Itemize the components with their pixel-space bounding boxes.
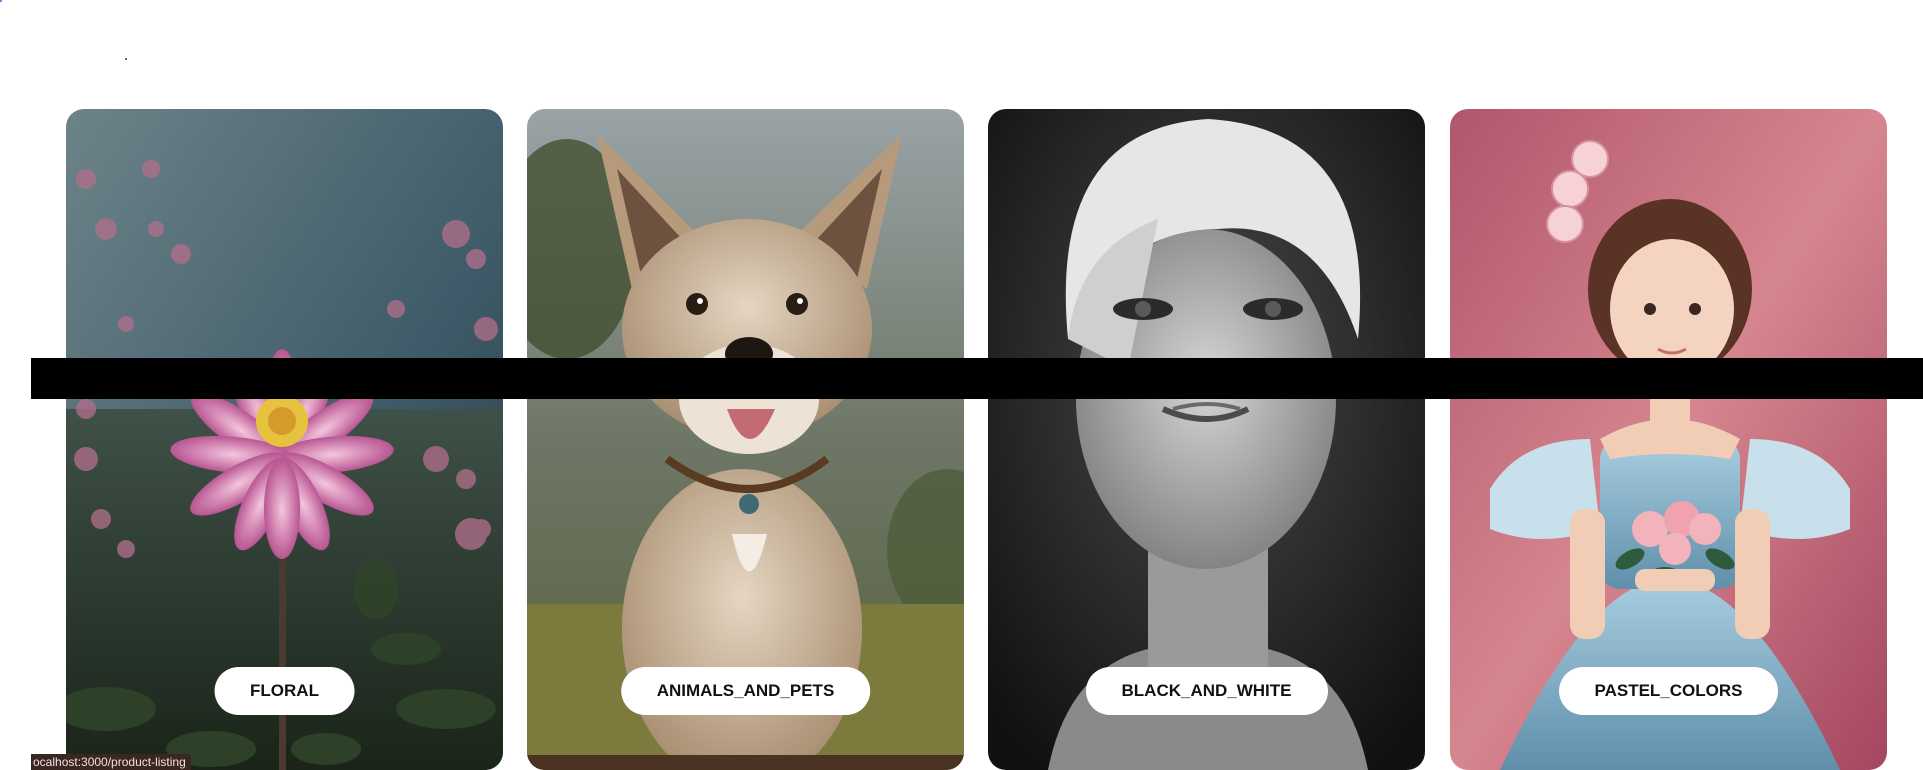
status-bar-url: ocalhost:3000/product-listing [31, 754, 191, 770]
category-chip-floral[interactable]: FLORAL [214, 667, 355, 715]
category-chip-pastel-colors[interactable]: PASTEL_COLORS [1558, 667, 1779, 715]
black-overlay-banner [31, 358, 1923, 399]
corner-dot [0, 0, 2, 2]
category-card-animals-and-pets[interactable]: ANIMALS_AND_PETS [527, 109, 964, 770]
category-chip-black-and-white[interactable]: BLACK_AND_WHITE [1085, 667, 1328, 715]
category-card-floral[interactable]: FLORAL [66, 109, 503, 770]
category-card-pastel-colors[interactable]: PASTEL_COLORS [1450, 109, 1887, 770]
category-chip-animals-and-pets[interactable]: ANIMALS_AND_PETS [620, 667, 871, 715]
category-grid: FLORAL ANIMALS_AND_PETS BLACK_AND_WHITE … [66, 109, 1888, 770]
category-card-black-and-white[interactable]: BLACK_AND_WHITE [988, 109, 1425, 770]
stray-dot [125, 58, 127, 60]
